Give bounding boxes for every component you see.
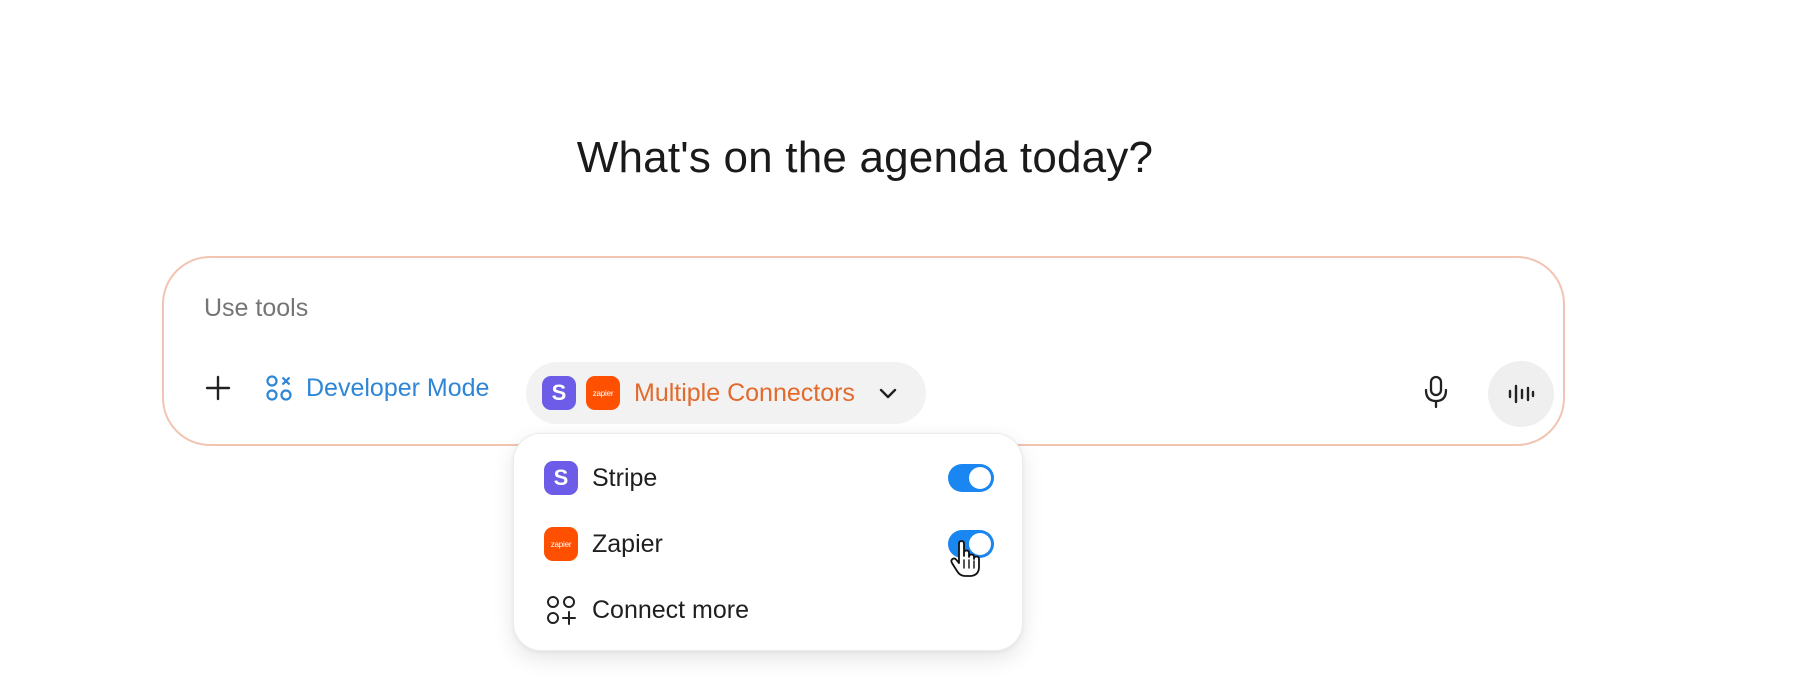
stripe-icon: S <box>544 461 578 495</box>
menu-item-zapier[interactable]: zapier Zapier <box>544 519 994 569</box>
connectors-menu: S Stripe zapier Zapier Connect more <box>513 433 1023 651</box>
microphone-icon <box>1424 375 1448 409</box>
stripe-toggle[interactable] <box>948 464 994 492</box>
add-attachment-button[interactable] <box>196 366 240 410</box>
plus-icon <box>205 375 231 401</box>
zapier-icon: zapier <box>586 376 620 410</box>
zapier-icon-text: zapier <box>592 388 614 398</box>
zapier-icon: zapier <box>544 527 578 561</box>
connect-more-icon <box>547 596 576 625</box>
connectors-dropdown-button[interactable]: S zapier Multiple Connectors <box>526 362 926 424</box>
microphone-button[interactable] <box>1416 370 1456 414</box>
voice-mode-button[interactable] <box>1488 361 1554 427</box>
developer-mode-button[interactable]: Developer Mode <box>264 364 489 412</box>
connectors-label: Multiple Connectors <box>634 378 855 407</box>
menu-item-connect-more[interactable]: Connect more <box>544 585 994 635</box>
toggle-knob <box>969 467 991 489</box>
toggle-knob <box>969 533 991 555</box>
developer-mode-icon <box>266 375 292 401</box>
prompt-input[interactable] <box>204 294 1204 323</box>
menu-item-label: Zapier <box>592 529 663 558</box>
menu-item-label: Stripe <box>592 463 658 492</box>
chevron-down-icon <box>879 388 897 399</box>
stripe-icon-letter: S <box>553 465 569 490</box>
stripe-icon: S <box>542 376 576 410</box>
developer-mode-label: Developer Mode <box>306 373 490 402</box>
stripe-icon-letter: S <box>551 380 567 405</box>
zapier-icon-text: zapier <box>550 539 572 549</box>
connect-more-label: Connect more <box>592 595 750 624</box>
waveform-icon <box>1508 384 1535 404</box>
zapier-toggle[interactable] <box>948 530 994 558</box>
menu-item-stripe[interactable]: S Stripe <box>544 453 994 503</box>
page-title: What's on the agenda today? <box>576 133 1154 182</box>
composer: Developer Mode S zapier Multiple Connect… <box>162 256 1565 446</box>
